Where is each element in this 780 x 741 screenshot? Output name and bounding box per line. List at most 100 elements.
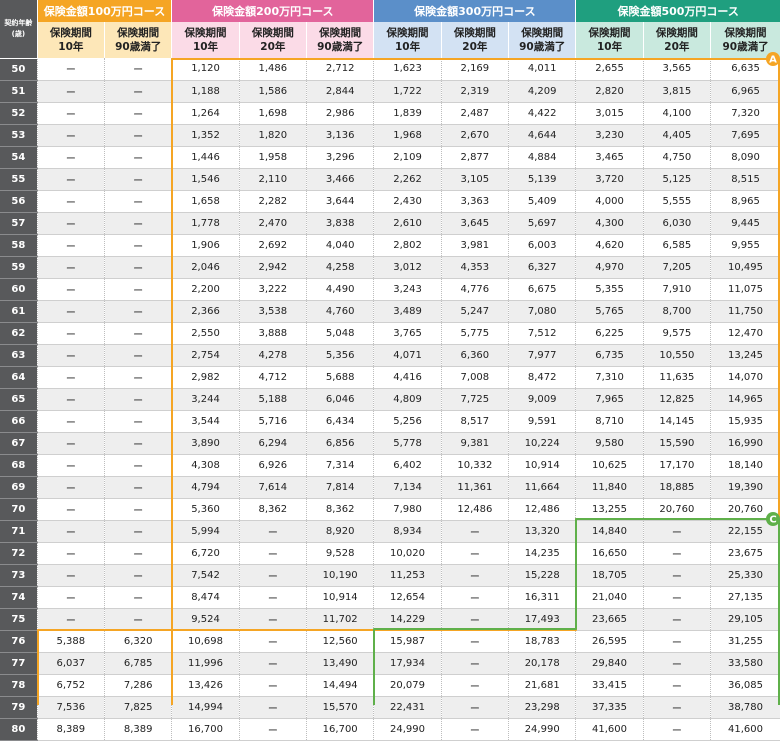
period-header-line: 保険期間 xyxy=(521,27,564,39)
premium-cell: 7,814 xyxy=(305,476,374,499)
premium-cell: ー xyxy=(642,520,711,543)
premium-cell: ー xyxy=(36,322,105,345)
premium-cell: 13,245 xyxy=(710,344,780,367)
age-cell: 56 xyxy=(0,190,38,213)
premium-cell: ー xyxy=(103,476,172,499)
premium-cell: 18,705 xyxy=(575,564,644,587)
premium-cell: 11,635 xyxy=(642,366,711,389)
period-header-line: 20年 xyxy=(664,41,690,53)
premium-cell: 20,178 xyxy=(508,652,576,675)
premium-cell: 13,320 xyxy=(508,520,576,543)
premium-cell: ー xyxy=(103,608,172,631)
premium-cell: 11,840 xyxy=(575,476,644,499)
premium-cell: ー xyxy=(36,586,105,609)
premium-cell: ー xyxy=(238,608,307,631)
age-cell: 52 xyxy=(0,102,38,125)
premium-cell: 3,222 xyxy=(238,278,307,301)
premium-cell: 11,253 xyxy=(373,564,442,587)
premium-cell: 2,844 xyxy=(305,80,374,103)
premium-cell: ー xyxy=(642,586,711,609)
premium-cell: 12,486 xyxy=(440,498,509,521)
premium-cell: 2,470 xyxy=(238,212,307,235)
premium-cell: 1,698 xyxy=(238,102,307,125)
age-cell: 77 xyxy=(0,652,38,675)
table-row: 52 ーー 1,264 1,698 2,986 1,839 2,487 4,422 3,015 4… xyxy=(0,102,780,125)
premium-cell: 6,965 xyxy=(710,80,780,103)
premium-cell: 6,585 xyxy=(642,234,711,257)
premium-cell: 26,595 xyxy=(575,630,644,653)
premium-cell: 1,958 xyxy=(238,146,307,169)
age-cell: 74 xyxy=(0,586,38,609)
premium-cell: 5,697 xyxy=(508,212,576,235)
premium-cell: 3,544 xyxy=(171,410,240,433)
premium-cell: 3,489 xyxy=(373,300,442,323)
premium-cell: ー xyxy=(36,256,105,279)
premium-cell: ー xyxy=(36,80,105,103)
premium-cell: 18,783 xyxy=(508,630,576,653)
premium-cell: 3,765 xyxy=(373,322,442,345)
premium-cell: 8,474 xyxy=(171,586,240,609)
premium-cell: 6,320 xyxy=(103,630,172,653)
premium-cell: 7,286 xyxy=(103,674,172,697)
premium-cell: 1,968 xyxy=(373,124,442,147)
premium-cell: 15,590 xyxy=(642,432,711,455)
premium-cell: 19,390 xyxy=(710,476,780,499)
premium-cell: 3,296 xyxy=(305,146,374,169)
premium-cell: 7,977 xyxy=(508,344,576,367)
premium-cell: 8,920 xyxy=(305,520,374,543)
premium-cell: ー xyxy=(238,674,307,697)
premium-cell: 12,825 xyxy=(642,388,711,411)
course-header-500: 保険金額500万円コース xyxy=(575,0,780,22)
premium-cell: ー xyxy=(238,696,307,719)
premium-cell: 14,229 xyxy=(373,608,442,631)
premium-cell: ー xyxy=(238,652,307,675)
premium-cell: 1,906 xyxy=(171,234,240,257)
period-header-line: 90歳満了 xyxy=(115,41,162,53)
premium-cell: 18,140 xyxy=(710,454,780,477)
premium-table: 契約年齢 (歳) 保険金額100万円コース 保険金額200万円コース 保険金額3… xyxy=(0,0,780,741)
premium-cell: 5,778 xyxy=(373,432,442,455)
premium-cell: 17,170 xyxy=(642,454,711,477)
premium-cell: 2,366 xyxy=(171,300,240,323)
premium-cell: 1,658 xyxy=(171,190,240,213)
premium-cell: ー xyxy=(440,542,509,565)
premium-cell: ー xyxy=(238,586,307,609)
premium-cell: 22,155 xyxy=(710,520,780,543)
premium-cell: 1,586 xyxy=(238,80,307,103)
premium-cell: ー xyxy=(103,80,172,103)
premium-cell: ー xyxy=(440,674,509,697)
premium-cell: 2,262 xyxy=(373,168,442,191)
premium-cell: 4,490 xyxy=(305,278,374,301)
premium-cell: ー xyxy=(440,520,509,543)
premium-cell: 5,188 xyxy=(238,388,307,411)
premium-cell: 23,675 xyxy=(710,542,780,565)
premium-cell: ー xyxy=(642,630,711,653)
premium-cell: 13,490 xyxy=(305,652,374,675)
premium-cell: ー xyxy=(103,432,172,455)
table-row: 70 ーー 5,360 8,362 8,362 7,980 12,486 12,486 13,2… xyxy=(0,498,780,521)
premium-cell: 11,996 xyxy=(171,652,240,675)
table-row: 61 ーー 2,366 3,538 4,760 3,489 5,247 7,080 5,765 8… xyxy=(0,300,780,323)
premium-cell: 2,655 xyxy=(575,58,644,81)
premium-cell: ー xyxy=(440,696,509,719)
premium-cell: 7,134 xyxy=(373,476,442,499)
premium-cell: 1,446 xyxy=(171,146,240,169)
premium-cell: 11,702 xyxy=(305,608,374,631)
premium-cell: 33,415 xyxy=(575,674,644,697)
table-row: 56 ーー 1,658 2,282 3,644 2,430 3,363 5,409 4,000 5… xyxy=(0,190,780,213)
premium-cell: ー xyxy=(103,212,172,235)
premium-cell: 1,264 xyxy=(171,102,240,125)
premium-cell: 6,856 xyxy=(305,432,374,455)
premium-cell: 2,754 xyxy=(171,344,240,367)
premium-cell: 4,644 xyxy=(508,124,576,147)
premium-cell: 14,840 xyxy=(575,520,644,543)
premium-cell: 24,990 xyxy=(373,718,442,741)
premium-cell: 3,890 xyxy=(171,432,240,455)
period-header-line: 保険期間 xyxy=(251,27,294,39)
premium-cell: 18,885 xyxy=(642,476,711,499)
premium-cell: 4,258 xyxy=(305,256,374,279)
period-header-line: 保険期間 xyxy=(184,27,227,39)
premium-cell: 14,235 xyxy=(508,542,576,565)
premium-cell: 4,405 xyxy=(642,124,711,147)
premium-cell: ー xyxy=(103,410,172,433)
